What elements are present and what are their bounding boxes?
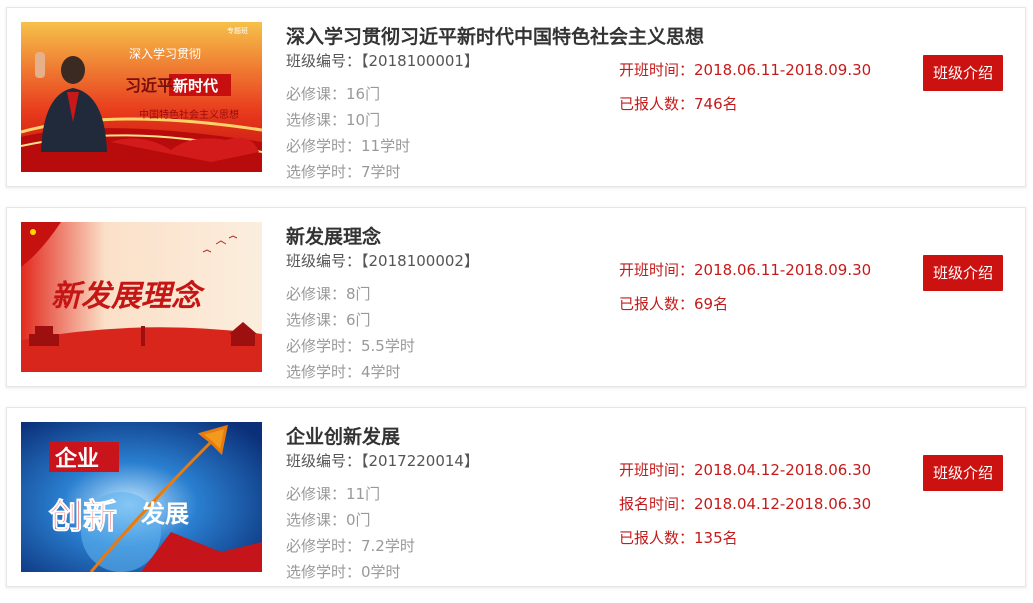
required-courses: 必修课：16门 xyxy=(286,85,381,103)
class-code-label: 班级编号： xyxy=(286,252,362,270)
class-code: 班级编号：【2018100001】 xyxy=(286,50,479,71)
required-courses: 必修课：8门 xyxy=(286,285,371,303)
elective-courses: 选修课：10门 xyxy=(286,111,381,129)
class-code: 班级编号：【2018100002】 xyxy=(286,250,479,271)
required-hours: 必修学时：5.5学时 xyxy=(286,337,415,355)
course-card-3: 企业 创新 发展 企业创新发展 班级编号：【2017220014】 必修课：11… xyxy=(6,407,1026,587)
class-intro-button[interactable]: 班级介绍 xyxy=(923,255,1003,291)
course-thumbnail-1[interactable]: 深入学习贯彻 习近平 新时代 中国特色社会主义思想 专题班 xyxy=(21,22,262,172)
class-intro-button[interactable]: 班级介绍 xyxy=(923,55,1003,91)
class-code-label: 班级编号： xyxy=(286,52,362,70)
course-card-1: 深入学习贯彻 习近平 新时代 中国特色社会主义思想 专题班 深入学习贯彻习近平新… xyxy=(6,7,1026,187)
required-hours: 必修学时：7.2学时 xyxy=(286,537,415,555)
thumb-line2b: 新时代 xyxy=(173,77,218,95)
required-hours: 必修学时：11学时 xyxy=(286,137,411,155)
thumb-line1: 深入学习贯彻 xyxy=(129,46,201,61)
thumb-w2: 创新 xyxy=(48,497,117,537)
course-title[interactable]: 深入学习贯彻习近平新时代中国特色社会主义思想 xyxy=(286,22,704,49)
enrolled-count: 已报人数：135名 xyxy=(619,529,738,547)
signup-time: 报名时间：2018.04.12-2018.06.30 xyxy=(619,495,872,513)
enrolled-count: 已报人数：69名 xyxy=(619,295,729,313)
enrolled-count: 已报人数：746名 xyxy=(619,95,738,113)
thumbnail-image: 新发展理念 xyxy=(21,222,262,372)
open-time: 开班时间：2018.06.11-2018.09.30 xyxy=(619,61,872,79)
thumbnail-image: 深入学习贯彻 习近平 新时代 中国特色社会主义思想 专题班 xyxy=(21,22,262,172)
class-code-value: 【2017220014】 xyxy=(361,452,479,470)
elective-hours: 选修学时：7学时 xyxy=(286,163,401,181)
course-thumbnail-2[interactable]: 新发展理念 xyxy=(21,222,262,372)
thumb-line3: 中国特色社会主义思想 xyxy=(139,108,239,121)
thumb-main: 新发展理念 xyxy=(51,279,206,314)
open-time: 开班时间：2018.04.12-2018.06.30 xyxy=(619,461,872,479)
required-courses: 必修课：11门 xyxy=(286,485,381,503)
class-code-label: 班级编号： xyxy=(286,452,362,470)
course-title[interactable]: 企业创新发展 xyxy=(286,422,400,449)
class-code-value: 【2018100002】 xyxy=(361,252,479,270)
class-code-value: 【2018100001】 xyxy=(361,52,479,70)
elective-hours: 选修学时：4学时 xyxy=(286,363,401,381)
thumb-w1: 企业 xyxy=(54,446,99,472)
elective-courses: 选修课：6门 xyxy=(286,311,371,329)
elective-hours: 选修学时：0学时 xyxy=(286,563,401,581)
class-intro-button[interactable]: 班级介绍 xyxy=(923,455,1003,491)
class-code: 班级编号：【2017220014】 xyxy=(286,450,479,471)
thumbnail-image: 企业 创新 发展 xyxy=(21,422,262,572)
open-time: 开班时间：2018.06.11-2018.09.30 xyxy=(619,261,872,279)
thumb-w3: 发展 xyxy=(140,500,189,528)
thumb-tag: 专题班 xyxy=(227,26,248,35)
elective-courses: 选修课：0门 xyxy=(286,511,371,529)
thumb-line2a: 习近平 xyxy=(125,76,173,95)
course-thumbnail-3[interactable]: 企业 创新 发展 xyxy=(21,422,262,572)
course-card-2: 新发展理念 新发展理念 班级编号：【2018100002】 必修课：8门 选修课… xyxy=(6,207,1026,387)
course-title[interactable]: 新发展理念 xyxy=(286,222,381,249)
